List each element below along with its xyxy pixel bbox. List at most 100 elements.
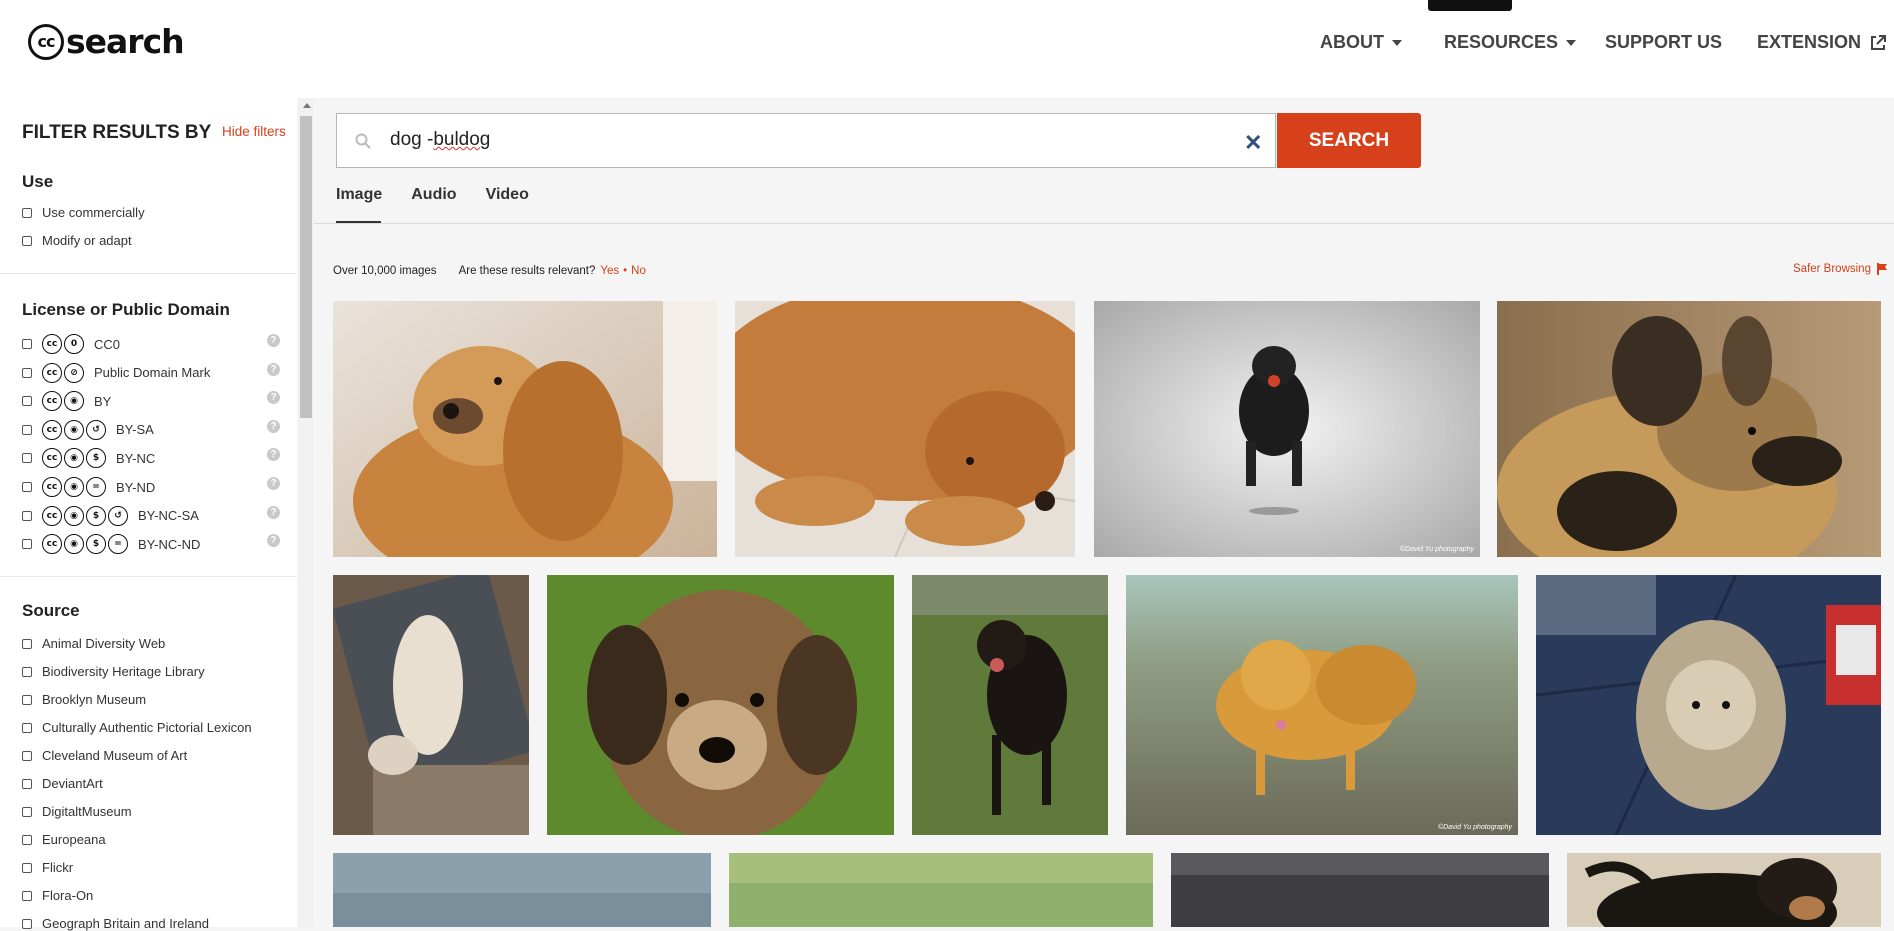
tab-video[interactable]: Video	[486, 186, 529, 204]
search-button[interactable]: SEARCH	[1277, 113, 1421, 168]
attribution-icon: ◉	[64, 419, 84, 440]
filter-label: DigitaltMuseum	[42, 804, 132, 819]
help-icon[interactable]: ?	[267, 362, 280, 376]
image-result-white-dog-sleeping[interactable]	[333, 575, 529, 835]
checkbox[interactable]	[22, 918, 32, 929]
no-derivatives-icon: =	[86, 477, 106, 497]
image-result-golden-retriever-lying[interactable]	[735, 301, 1075, 557]
checkbox[interactable]	[22, 750, 32, 761]
scroll-up-arrow-icon[interactable]	[303, 103, 311, 108]
image-result-row3-1[interactable]	[333, 853, 711, 927]
tab-audio[interactable]: Audio	[411, 186, 456, 204]
filter-label: BY-NC	[116, 450, 156, 466]
checkbox[interactable]	[22, 396, 32, 407]
hide-filters-link[interactable]: Hide filters	[222, 124, 286, 139]
filter-license-cc0[interactable]: cc 0 CC0	[22, 334, 120, 354]
checkbox[interactable]	[22, 834, 32, 845]
filter-license-by-nd[interactable]: cc ◉ = BY-ND	[22, 477, 155, 497]
filter-source-flora-on[interactable]: Flora-On	[22, 888, 93, 903]
nav-resources[interactable]: RESOURCES	[1444, 32, 1577, 53]
checkbox[interactable]	[22, 638, 32, 649]
checkbox[interactable]	[22, 235, 32, 246]
checkbox[interactable]	[22, 510, 32, 521]
filter-label: Biodiversity Heritage Library	[42, 664, 205, 679]
image-result-yorkie-floor[interactable]	[1536, 575, 1881, 835]
safer-browsing-toggle[interactable]: Safer Browsing	[1793, 263, 1889, 275]
public-domain-icon: ⊘	[64, 362, 84, 383]
filter-label: Brooklyn Museum	[42, 692, 147, 707]
image-result-african-wild-dog[interactable]	[1497, 301, 1881, 557]
search-input[interactable]: dog -buldog ✕	[336, 113, 1276, 168]
relevance-yes-link[interactable]: Yes	[600, 265, 619, 277]
checkbox[interactable]	[22, 722, 32, 733]
filter-license-by-nc[interactable]: cc ◉ $ BY-NC	[22, 448, 156, 469]
checkbox[interactable]	[22, 666, 32, 677]
filter-modify-or-adapt[interactable]: Modify or adapt	[22, 233, 132, 248]
image-result-row3-3[interactable]	[1171, 853, 1549, 927]
filter-license-by-sa[interactable]: cc ◉ ↺ BY-SA	[22, 419, 154, 440]
filter-source-europeana[interactable]: Europeana	[22, 832, 106, 847]
filter-license-by-nc-sa[interactable]: cc ◉ $ ↺ BY-NC-SA	[22, 505, 199, 526]
relevance-no-link[interactable]: No	[631, 265, 646, 277]
checkbox[interactable]	[22, 339, 32, 349]
filter-source-deviantart[interactable]: DeviantArt	[22, 776, 103, 791]
filter-source-flickr[interactable]: Flickr	[22, 860, 73, 875]
filter-source-biodiversity-heritage-library[interactable]: Biodiversity Heritage Library	[22, 664, 205, 679]
search-query-misspelled: buldog	[433, 129, 491, 150]
checkbox[interactable]	[22, 778, 32, 789]
cc-icon: cc	[42, 505, 62, 526]
filter-title: FILTER RESULTS BY	[22, 122, 212, 143]
nav-about[interactable]: ABOUT	[1320, 32, 1402, 53]
filter-source-brooklyn-museum[interactable]: Brooklyn Museum	[22, 692, 146, 707]
image-result-terrier-closeup[interactable]	[547, 575, 894, 835]
results-info: Over 10,000 images Are these results rel…	[333, 265, 646, 277]
cc-search-logo[interactable]: cc search	[28, 22, 185, 61]
license-icons: cc 0	[42, 334, 86, 354]
checkbox[interactable]	[22, 890, 32, 901]
help-icon[interactable]: ?	[267, 419, 280, 433]
checkbox[interactable]	[22, 862, 32, 873]
image-result-row3-4[interactable]	[1567, 853, 1881, 927]
image-golden-lying	[735, 301, 1075, 557]
divider	[0, 576, 297, 577]
checkbox[interactable]	[22, 453, 32, 464]
help-icon[interactable]: ?	[267, 505, 280, 519]
checkbox[interactable]	[22, 207, 32, 218]
use-section-title: Use	[22, 172, 54, 191]
filter-source-animal-diversity-web[interactable]: Animal Diversity Web	[22, 636, 165, 651]
filter-license-public-domain-mark[interactable]: cc ⊘ Public Domain Mark	[22, 362, 210, 383]
checkbox[interactable]	[22, 367, 32, 378]
skip-link-tab[interactable]	[1428, 0, 1512, 11]
checkbox[interactable]	[22, 806, 32, 817]
checkbox[interactable]	[22, 694, 32, 705]
filter-label: Flora-On	[42, 888, 94, 903]
image-result-golden-retriever-smiling[interactable]	[333, 301, 717, 557]
filter-label: CC0	[94, 336, 121, 352]
image-result-doberman-grass[interactable]	[912, 575, 1108, 835]
filter-source-culturally-authentic-pictorial-lexicon[interactable]: Culturally Authentic Pictorial Lexicon	[22, 720, 252, 735]
filter-license-by[interactable]: cc ◉ BY	[22, 391, 111, 412]
filter-license-by-nc-nd[interactable]: cc ◉ $ = BY-NC-ND	[22, 534, 201, 555]
image-result-row3-2[interactable]	[729, 853, 1153, 927]
clear-icon[interactable]: ✕	[1244, 130, 1262, 156]
filter-label: Animal Diversity Web	[42, 636, 166, 651]
filter-label: Flickr	[42, 860, 74, 875]
filter-source-cleveland-museum-of-art[interactable]: Cleveland Museum of Art	[22, 748, 187, 763]
nav-support-us[interactable]: SUPPORT US	[1605, 32, 1722, 53]
checkbox[interactable]	[22, 482, 32, 492]
image-result-orange-terrier-beach[interactable]: ©David Yu photography	[1126, 575, 1518, 835]
filter-source-geograph-britain-and-ireland[interactable]: Geograph Britain and Ireland	[22, 916, 209, 931]
no-derivatives-icon: =	[108, 534, 128, 555]
checkbox[interactable]	[22, 424, 32, 435]
tab-image[interactable]: Image	[336, 186, 382, 204]
help-icon[interactable]: ?	[267, 477, 280, 490]
checkbox[interactable]	[22, 539, 32, 550]
license-icons: cc ◉ $	[42, 448, 108, 469]
nav-extension[interactable]: EXTENSION	[1757, 32, 1887, 53]
image-result-rottweiler-running[interactable]: ©David Yu photography	[1094, 301, 1480, 557]
filter-source-digitaltmuseum[interactable]: DigitaltMuseum	[22, 804, 132, 819]
filter-use-commercially[interactable]: Use commercially	[22, 205, 145, 220]
scrollbar-thumb[interactable]	[300, 116, 312, 418]
help-icon[interactable]: ?	[267, 334, 280, 347]
filter-label: BY-NC-ND	[138, 536, 201, 552]
